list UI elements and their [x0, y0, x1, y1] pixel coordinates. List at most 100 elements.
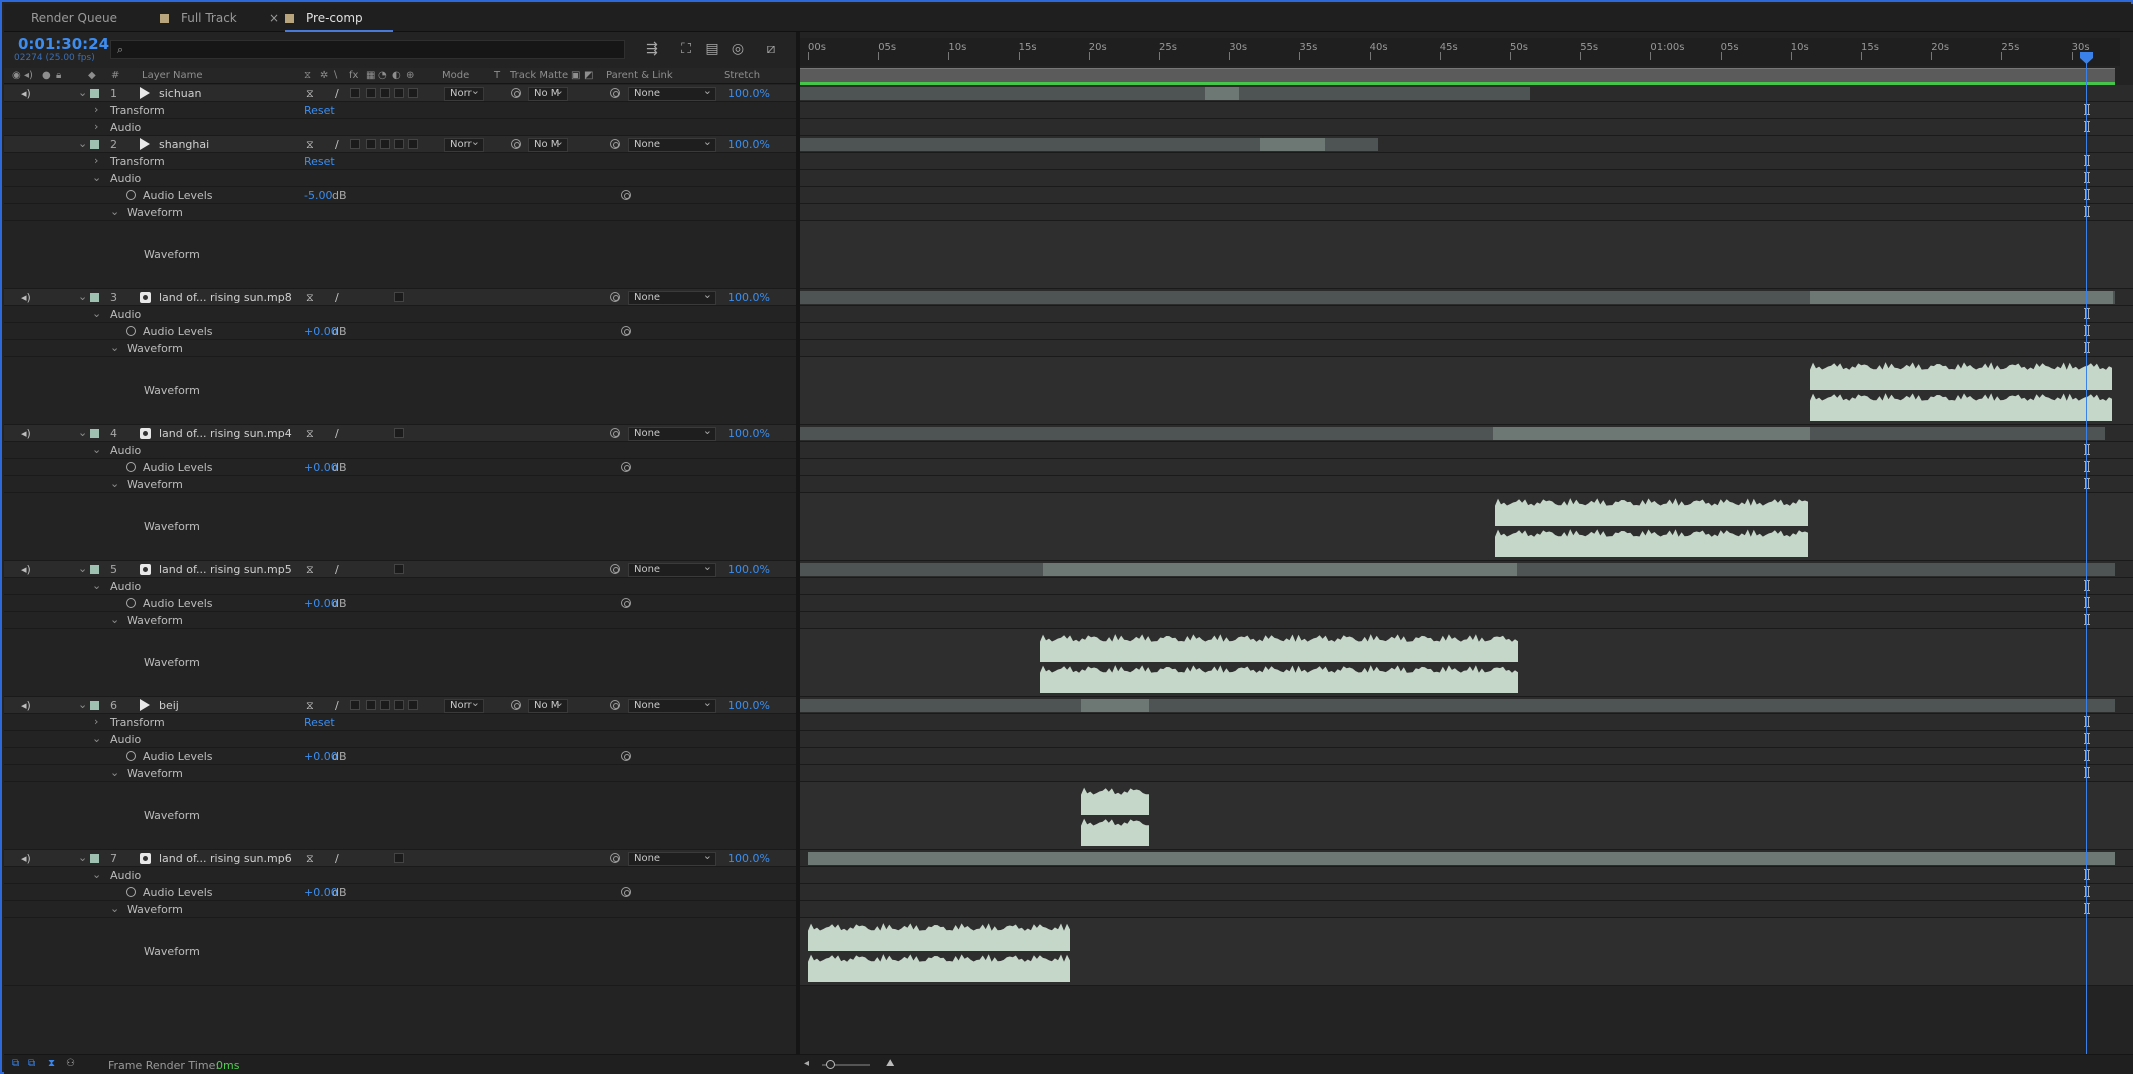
expand-chevron-icon[interactable]: ⌄ — [92, 732, 101, 745]
parent-dropdown[interactable]: None — [628, 136, 716, 152]
stopwatch-icon[interactable] — [126, 887, 136, 897]
pick-whip-icon[interactable] — [610, 428, 620, 438]
layer-name[interactable]: land of... rising sun.mp4 — [159, 427, 292, 440]
parent-dropdown[interactable]: None — [628, 561, 716, 577]
layer-duration-bar[interactable] — [800, 699, 2115, 712]
collapse-switch-icon[interactable]: ✲ — [320, 70, 328, 81]
work-area-bar[interactable] — [800, 68, 2115, 82]
quality-icon[interactable]: ∕ — [335, 87, 339, 100]
stretch-value[interactable]: 100.0% — [728, 291, 770, 304]
graph-editor-icon[interactable]: ⧄ — [762, 40, 780, 58]
preserve-transparency-icon[interactable] — [511, 700, 521, 710]
layer-switches-toggle-icon[interactable]: ⧉ — [12, 1058, 24, 1070]
stopwatch-icon[interactable] — [126, 462, 136, 472]
mode-dropdown[interactable]: Norr — [444, 697, 484, 713]
layer-duration-bar[interactable] — [1493, 427, 1810, 440]
current-time-display[interactable]: 0:01:30:24 — [18, 35, 109, 53]
waveform-group-row[interactable]: ⌄ Waveform — [4, 612, 796, 629]
stopwatch-icon[interactable] — [126, 326, 136, 336]
expand-chevron-icon[interactable]: ⌄ — [92, 171, 101, 184]
stretch-value[interactable]: 100.0% — [728, 563, 770, 576]
expand-chevron-icon[interactable]: ⌄ — [92, 868, 101, 881]
audio-row[interactable]: ⌄ Audio — [4, 170, 796, 187]
stopwatch-icon[interactable] — [126, 598, 136, 608]
parent-dropdown[interactable]: None — [628, 425, 716, 441]
pick-whip-icon[interactable] — [621, 598, 631, 608]
3d-switch[interactable] — [408, 139, 418, 149]
expand-chevron-icon[interactable]: ⌄ — [92, 307, 101, 320]
audio-levels-row[interactable]: Audio Levels -5.00 dB — [4, 187, 796, 204]
expand-chevron-icon[interactable]: ⌄ — [78, 426, 87, 439]
parent-dropdown[interactable]: None — [628, 85, 716, 101]
reset-link[interactable]: Reset — [304, 104, 335, 117]
mode-header[interactable]: Mode — [442, 70, 469, 81]
draft-3d-icon[interactable]: ⛶ — [677, 40, 695, 58]
audio-row[interactable]: ⌄ Audio — [4, 442, 796, 459]
expand-chevron-icon[interactable]: › — [94, 120, 98, 133]
expand-chevron-icon[interactable]: ⌄ — [78, 698, 87, 711]
layer-duration-bar[interactable] — [1043, 563, 1517, 576]
fx-switch[interactable] — [350, 700, 360, 710]
tab-render-queue[interactable]: Render Queue — [31, 4, 117, 32]
adjustment-switch[interactable] — [394, 428, 404, 438]
layer-duration-bar[interactable] — [800, 427, 2105, 440]
expand-chevron-icon[interactable]: ⌄ — [110, 766, 119, 779]
layer-duration-bar[interactable] — [1260, 138, 1325, 151]
label-color-swatch[interactable] — [90, 701, 99, 710]
layer-search-input[interactable]: ⌕ — [110, 40, 625, 59]
parent-dropdown[interactable]: None — [628, 289, 716, 305]
stretch-value[interactable]: 100.0% — [728, 87, 770, 100]
layer-track[interactable] — [800, 136, 2133, 153]
parent-link-header[interactable]: Parent & Link — [606, 70, 673, 81]
adjustment-switch[interactable] — [394, 88, 404, 98]
expand-chevron-icon[interactable]: › — [94, 154, 98, 167]
layer-track[interactable] — [800, 561, 2133, 578]
3d-layer-switch-icon[interactable]: ⊕ — [406, 70, 414, 81]
collapse-transform-icon[interactable]: ⧖ — [306, 427, 314, 441]
matte-alpha-icon[interactable]: ▣ — [571, 70, 580, 81]
frame-blend-switch[interactable] — [366, 700, 376, 710]
pick-whip-icon[interactable] — [621, 887, 631, 897]
layer-name[interactable]: land of... rising sun.mp5 — [159, 563, 292, 576]
label-color-swatch[interactable] — [90, 429, 99, 438]
track-matte-header[interactable]: Track Matte — [510, 70, 568, 81]
frame-blend-switch-icon[interactable]: ▦ — [366, 70, 375, 81]
layer-duration-bar[interactable] — [808, 852, 2115, 865]
pick-whip-icon[interactable] — [621, 190, 631, 200]
frame-blending-icon[interactable]: ▤ — [703, 40, 721, 58]
stretch-header[interactable]: Stretch — [724, 70, 760, 81]
quality-icon[interactable]: ∕ — [335, 699, 339, 712]
audio-levels-value[interactable]: -5.00 — [304, 189, 332, 202]
expand-chevron-icon[interactable]: ⌄ — [92, 579, 101, 592]
reset-link[interactable]: Reset — [304, 716, 335, 729]
layer-duration-bar[interactable] — [800, 87, 1530, 100]
waveform-group-row[interactable]: ⌄ Waveform — [4, 476, 796, 493]
fx-switch[interactable] — [350, 139, 360, 149]
layer-row-4[interactable]: ◂) ⌄ 4 land of... rising sun.mp4 ⧖ ∕ Non… — [4, 425, 796, 442]
pick-whip-icon[interactable] — [610, 700, 620, 710]
3d-switch[interactable] — [408, 700, 418, 710]
audio-row[interactable]: ⌄ Audio — [4, 306, 796, 323]
adjustment-switch[interactable] — [394, 853, 404, 863]
audio-levels-row[interactable]: Audio Levels +0.00 dB — [4, 459, 796, 476]
expand-chevron-icon[interactable]: › — [94, 715, 98, 728]
adjustment-switch[interactable] — [394, 292, 404, 302]
layer-track[interactable] — [800, 697, 2133, 714]
shy-switch-icon[interactable]: ⧖ — [304, 70, 311, 81]
audio-row[interactable]: ⌄ Audio — [4, 731, 796, 748]
label-tag-icon[interactable]: ◆ — [88, 70, 96, 81]
expand-chevron-icon[interactable]: ⌄ — [92, 443, 101, 456]
transform-row[interactable]: › Transform Reset — [4, 714, 796, 731]
tab-pre-comp-4[interactable]: Pre-comp 4≡ — [285, 4, 393, 53]
layer-number-header[interactable]: # — [111, 70, 119, 81]
audio-levels-row[interactable]: Audio Levels +0.00 dB — [4, 323, 796, 340]
tab-full-track[interactable]: Full Track — [160, 4, 237, 32]
fx-switch[interactable] — [350, 88, 360, 98]
expand-chevron-icon[interactable]: ⌄ — [78, 290, 87, 303]
layer-track[interactable] — [800, 850, 2133, 867]
audio-levels-row[interactable]: Audio Levels +0.00 dB — [4, 595, 796, 612]
zoom-in-icon[interactable]: ⛰ — [886, 1058, 898, 1070]
waveform-group-row[interactable]: ⌄ Waveform — [4, 204, 796, 221]
pick-whip-icon[interactable] — [610, 564, 620, 574]
adjustment-switch-icon[interactable]: ◐ — [392, 70, 401, 81]
